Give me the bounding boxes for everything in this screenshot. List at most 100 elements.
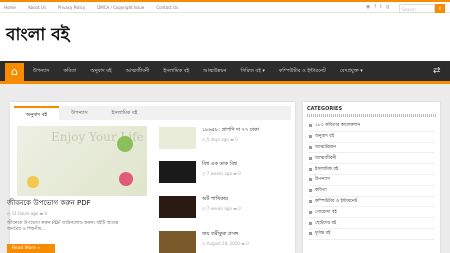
category-label: দুর্দান্ত বই [315,231,331,237]
post-thumbnail[interactable] [159,231,196,253]
post-comments: 0 [246,241,249,246]
search-icon[interactable]: ⌕ [435,4,445,13]
top-links: Home About Us Privacy Policy DMCA / Copy… [4,5,178,10]
folder-icon [309,210,312,214]
nav-item[interactable]: কবিতা [63,68,76,76]
category-item[interactable]: আত্মজীবনী [309,153,435,165]
main-nav: ⌂ উপন্যাস কবিতা অনুবাদ বই আত্মজীবনী ইসলা… [0,61,450,84]
category-item[interactable]: কম্পিউটার ও ইন্টারনেট [309,197,435,208]
flower-image [119,172,133,186]
comment-icon: ▬ [39,211,44,216]
category-label: আত্মজীবনী [315,155,337,161]
post-thumbnail[interactable] [159,161,196,183]
read-more-button[interactable]: Read More » [7,244,55,253]
tab-translated[interactable]: অনুবাদ বই [14,106,60,120]
top-link-home[interactable]: Home [4,5,16,10]
rss-icon[interactable]: ◉ [366,4,370,10]
category-item[interactable]: কবিতা [309,186,435,197]
heading-divider [307,114,436,117]
post-date: 7 weeks ago [206,206,232,211]
category-item[interactable]: আত্মউন্নয়ন [309,143,435,154]
nav-item[interactable]: আত্মজীবনী [126,68,150,76]
folder-icon [309,135,312,139]
nav-item[interactable]: ইসলামিক বই [163,68,189,76]
nav-menu: উপন্যাস কবিতা অনুবাদ বই আত্মজীবনী ইসলামি… [33,68,363,76]
category-label: কবিতা [315,188,327,194]
home-icon[interactable]: ⌂ [5,63,24,81]
post-comments: 0 [235,137,238,142]
folder-icon [309,178,312,182]
featured-meta: ◷ 11 hours ago ▬ 0 [7,211,47,216]
featured-excerpt: জীবনকে উপভোগ করুন PDF ডাউনলোড করুন। বইটি… [7,221,119,232]
post-date: August 28, 2020 [206,241,240,246]
category-label: ছোটদের বই [315,220,337,226]
category-item[interactable]: উপন্যাস [309,175,435,186]
category-label: আত্মউন্নয়ন [315,144,336,150]
top-link-dmca[interactable]: DMCA / Copyright Issue [97,5,144,10]
post-comments: 0 [238,206,241,211]
shuffle-icon[interactable]: ⇄ [433,66,441,76]
category-item[interactable]: ছোটদের বই [309,218,435,229]
category-item[interactable]: অনুবাদ বই [309,132,435,143]
nav-item[interactable]: কম্পিউটার ও ইন্টারনেট [279,68,326,76]
flower-image [27,176,39,188]
categories-heading: CATEGORIES [307,106,343,112]
folder-icon [309,221,312,225]
post-meta: ◷ 7 weeks ago ▬ 0 [202,171,241,176]
post-meta: ◷ August 28, 2020 ▬ 0 [202,241,249,246]
featured-image[interactable]: Enjoy Your Life [17,126,147,196]
category-item[interactable]: ১৮০ কবিতার কালেকশান [309,121,435,132]
post-comments: 0 [238,171,241,176]
featured-title[interactable]: জীবনকে উপভোগ করুন PDF [7,197,91,209]
social-icons: ◉ f t g [366,4,389,10]
post-thumbnail[interactable] [159,196,196,218]
featured-date: 11 hours ago [11,211,39,216]
category-label: কম্পিউটার ও ইন্টারনেট [315,198,358,204]
nav-item[interactable]: বেদপ্রযুক্ত ▾ [340,68,363,76]
post-title[interactable]: জয় তরীকুরু প্রসঙ্গ [202,231,292,239]
categories-list: ১৮০ কবিতার কালেকশান অনুবাদ বই আত্মউন্নয়… [309,121,435,240]
post-meta: ◷ 7 weeks ago ▬ 0 [202,206,241,211]
top-link-about[interactable]: About Us [28,5,46,10]
search-input[interactable]: Search [399,4,435,13]
folder-icon [309,124,312,128]
top-link-contact[interactable]: Contact Us [156,5,178,10]
category-label: ইসলামিক বই [315,166,339,172]
top-bar: Home About Us Privacy Policy DMCA / Copy… [0,0,450,13]
post-meta: ◷ 5 days ago ▬ 0 [202,137,238,142]
category-tabs: অনুবাদ বই উপন্যাস ইসলামিক বই [14,106,291,120]
category-label: অনুবাদ বই [315,134,335,140]
facebook-icon[interactable]: f [374,4,376,10]
folder-icon [309,145,312,149]
folder-icon [309,199,312,203]
categories-widget: CATEGORIES ১৮০ কবিতার কালেকশান অনুবাদ বই… [303,102,440,253]
site-logo[interactable]: বাংলা বই [6,22,70,50]
tab-novel[interactable]: উপন্যাস [59,106,99,120]
category-item[interactable]: দুর্দান্ত বই [309,229,435,240]
nav-item[interactable]: অনুবাদ বই [90,68,111,76]
top-link-privacy[interactable]: Privacy Policy [58,5,85,10]
category-label: উপন্যাস [315,177,330,183]
flower-image [117,136,133,152]
category-label: গোয়েন্দা বই [315,209,337,215]
featured-comments: 0 [44,211,47,216]
category-label: ১৮০ কবিতার কালেকশান [315,123,361,129]
tab-islamic[interactable]: ইসলামিক বই [100,106,150,120]
post-date: 5 days ago [206,137,229,142]
nav-item[interactable]: সিরিজ বই ▾ [240,68,264,76]
nav-item[interactable]: উপন্যাস [33,68,49,76]
post-title[interactable]: বিশ্ব এক ডাক বিশ্ব [202,161,292,169]
category-item[interactable]: গোয়েন্দা বই [309,207,435,219]
post-title[interactable]: ১৮৬৫৮: প্রাপণি দা ৭৭ ঢাকা [202,127,292,135]
post-title[interactable]: অর্ট পাখিকার [202,196,292,204]
folder-icon [309,189,312,193]
google-plus-icon[interactable]: g [386,4,389,10]
folder-icon [309,232,312,236]
folder-icon [309,167,312,171]
folder-icon [309,156,312,160]
post-date: 7 weeks ago [206,171,232,176]
nav-item[interactable]: আত্মউন্নয়ন [203,68,226,76]
post-thumbnail[interactable] [159,127,196,149]
category-item[interactable]: ইসলামিক বই [309,164,435,175]
twitter-icon[interactable]: t [380,4,382,10]
